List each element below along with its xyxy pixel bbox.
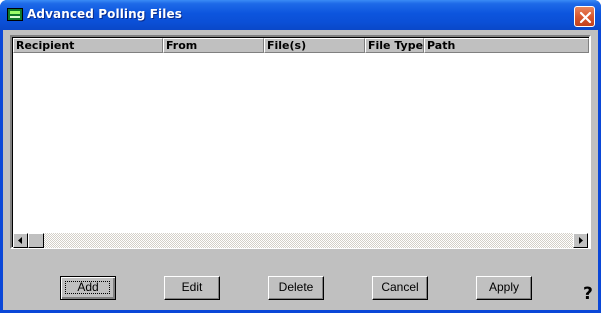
scroll-right-button[interactable] bbox=[573, 233, 588, 248]
title-bar[interactable]: Advanced Polling Files bbox=[0, 0, 601, 30]
help-icon[interactable]: ? bbox=[583, 284, 593, 304]
apply-button-label: Apply bbox=[488, 280, 520, 294]
close-icon bbox=[579, 11, 592, 24]
edit-button-label: Edit bbox=[181, 280, 203, 294]
edit-button[interactable]: Edit bbox=[164, 276, 220, 300]
scroll-right-icon bbox=[579, 237, 583, 244]
cancel-button-label: Cancel bbox=[381, 280, 419, 294]
terminal-icon bbox=[7, 8, 23, 21]
scroll-thumb[interactable] bbox=[28, 233, 44, 248]
dialog-body: Recipient From File(s) File Type Path Ad… bbox=[3, 30, 598, 310]
add-button[interactable]: Add bbox=[60, 276, 116, 300]
delete-button-label: Delete bbox=[278, 280, 314, 294]
horizontal-scrollbar[interactable] bbox=[13, 233, 588, 248]
scroll-left-icon bbox=[18, 237, 22, 244]
column-header-file-type[interactable]: File Type bbox=[365, 38, 424, 53]
column-header-path[interactable]: Path bbox=[424, 38, 589, 53]
list-header: Recipient From File(s) File Type Path bbox=[13, 38, 589, 53]
column-header-from[interactable]: From bbox=[163, 38, 264, 53]
scroll-left-button[interactable] bbox=[13, 233, 28, 248]
cancel-button[interactable]: Cancel bbox=[372, 276, 428, 300]
delete-button[interactable]: Delete bbox=[268, 276, 324, 300]
window-title: Advanced Polling Files bbox=[27, 7, 182, 21]
focus-rectangle bbox=[65, 281, 110, 294]
polling-files-list[interactable]: Recipient From File(s) File Type Path bbox=[10, 35, 591, 249]
close-button[interactable] bbox=[574, 6, 595, 27]
apply-button[interactable]: Apply bbox=[476, 276, 532, 300]
column-header-recipient[interactable]: Recipient bbox=[13, 38, 163, 53]
dialog-window: Advanced Polling Files Recipient From Fi… bbox=[0, 0, 601, 313]
column-header-files[interactable]: File(s) bbox=[264, 38, 365, 53]
